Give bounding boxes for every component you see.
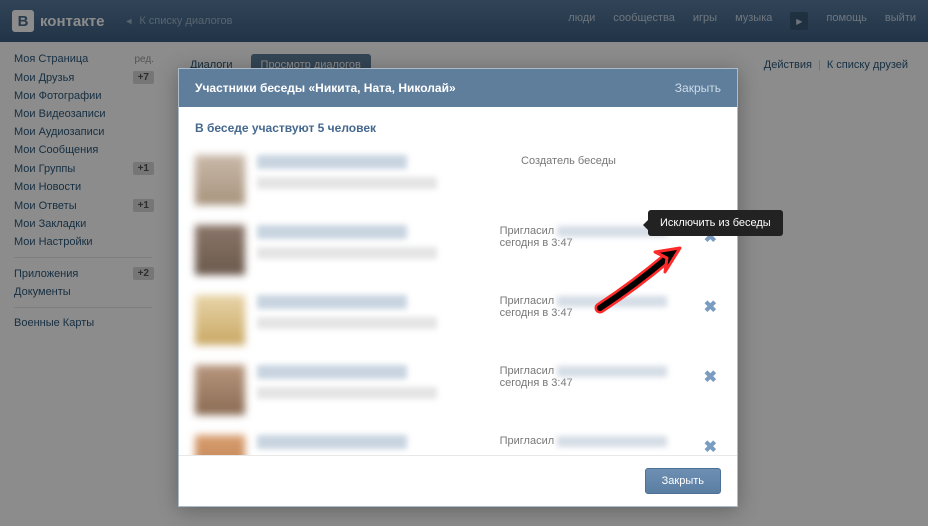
member-name-blurred[interactable] [257, 365, 407, 379]
inviter-name-blurred[interactable] [557, 296, 667, 307]
modal-close-link[interactable]: Закрыть [675, 81, 721, 95]
invited-time: сегодня в 3:47 [500, 237, 573, 249]
member-info [257, 155, 521, 205]
member-row: Пригласил ✖ [195, 425, 721, 455]
members-list[interactable]: Создатель беседы Пригласил сегодня в 3:4… [179, 145, 737, 455]
invited-by-label: Пригласил [500, 225, 555, 237]
avatar[interactable] [195, 295, 245, 345]
member-name-blurred[interactable] [257, 155, 407, 169]
remove-member-icon[interactable]: ✖ [700, 297, 721, 317]
member-status-blurred [257, 247, 437, 259]
member-name-blurred[interactable] [257, 435, 407, 449]
modal-title: Участники беседы «Никита, Ната, Николай» [195, 81, 456, 95]
modal-subtitle: В беседе участвуют 5 человек [179, 107, 737, 145]
participants-modal: Участники беседы «Никита, Ната, Николай»… [178, 68, 738, 507]
member-row: Пригласил сегодня в 3:47 ✖ [195, 285, 721, 355]
avatar[interactable] [195, 365, 245, 415]
member-status-blurred [257, 387, 437, 399]
remove-member-icon[interactable]: ✖ [700, 437, 721, 455]
invited-by-label: Пригласил [500, 295, 555, 307]
invited-by-label: Пригласил [500, 435, 555, 447]
member-info [257, 225, 500, 275]
member-row: Создатель беседы [195, 145, 721, 215]
member-meta: Создатель беседы [521, 155, 721, 205]
member-meta: Пригласил [500, 435, 700, 455]
modal-footer: Закрыть [179, 455, 737, 506]
inviter-name-blurred[interactable] [557, 366, 667, 377]
exclude-tooltip: Исключить из беседы [648, 210, 783, 236]
creator-label: Создатель беседы [521, 155, 616, 167]
invited-time: сегодня в 3:47 [500, 307, 573, 319]
member-meta: Пригласил сегодня в 3:47 [500, 365, 700, 415]
member-info [257, 295, 500, 345]
remove-member-icon[interactable]: ✖ [700, 367, 721, 387]
member-info [257, 435, 500, 455]
avatar[interactable] [195, 435, 245, 455]
member-status-blurred [257, 177, 437, 189]
avatar[interactable] [195, 225, 245, 275]
member-info [257, 365, 500, 415]
member-row: Пригласил сегодня в 3:47 ✖ [195, 355, 721, 425]
avatar[interactable] [195, 155, 245, 205]
modal-header: Участники беседы «Никита, Ната, Николай»… [179, 69, 737, 107]
inviter-name-blurred[interactable] [557, 436, 667, 447]
invited-time: сегодня в 3:47 [500, 377, 573, 389]
member-name-blurred[interactable] [257, 295, 407, 309]
member-meta: Пригласил сегодня в 3:47 [500, 295, 700, 345]
invited-by-label: Пригласил [500, 365, 555, 377]
modal-body: В беседе участвуют 5 человек Создатель б… [179, 107, 737, 455]
member-name-blurred[interactable] [257, 225, 407, 239]
close-button[interactable]: Закрыть [645, 468, 721, 494]
member-status-blurred [257, 317, 437, 329]
